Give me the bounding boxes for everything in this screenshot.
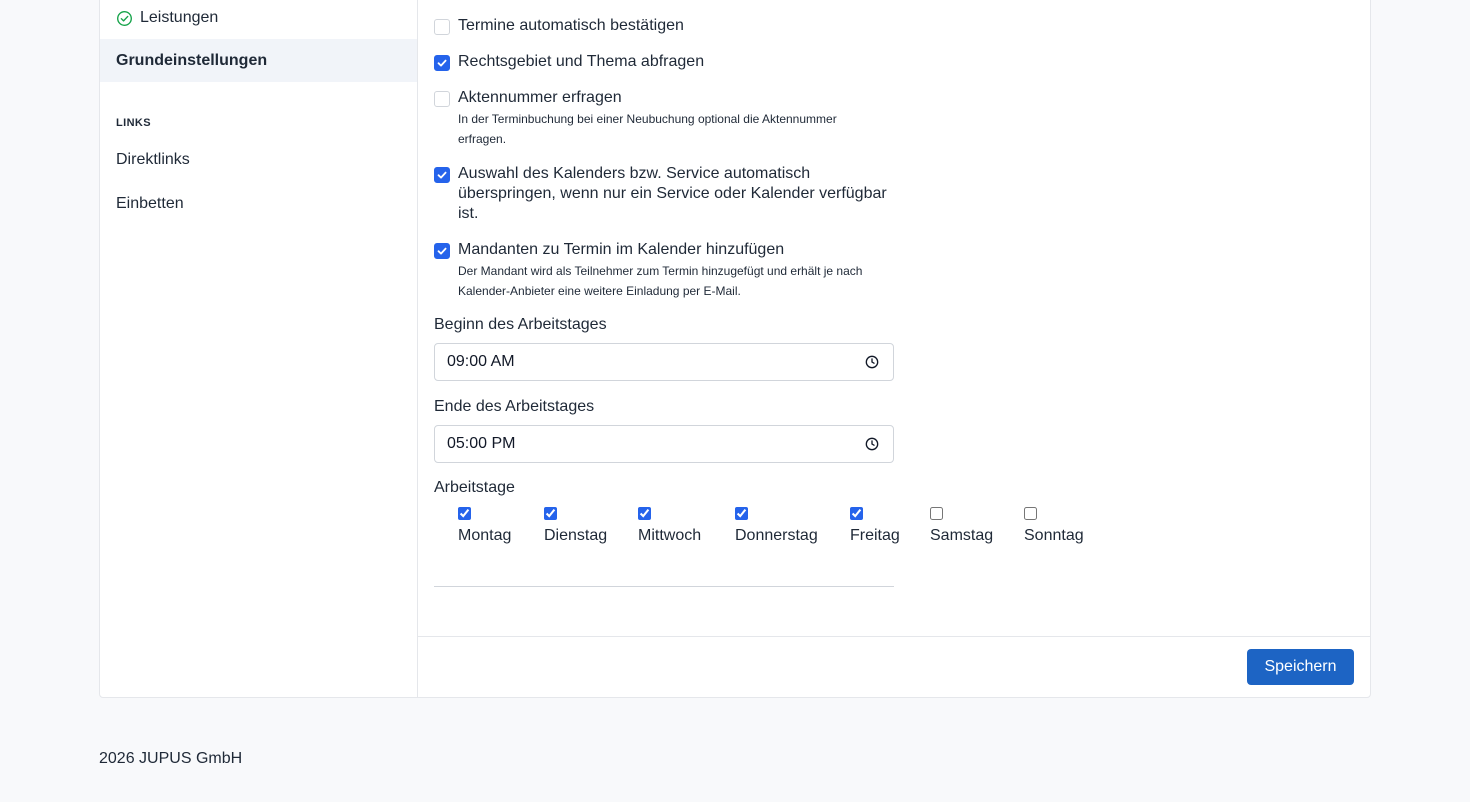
sidebar-item-direktlinks[interactable]: Direktlinks bbox=[100, 145, 417, 175]
sidebar-item-leistungen[interactable]: Leistungen bbox=[100, 1, 417, 35]
workdays-label: Arbeitstage bbox=[434, 479, 515, 496]
settings-main: Termine automatisch bestätigen Rechtsgeb… bbox=[418, 0, 1370, 697]
check-circle-icon bbox=[117, 10, 132, 26]
workday-dienstag[interactable]: Dienstag bbox=[544, 507, 607, 545]
start-time-label: Beginn des Arbeitstages bbox=[434, 316, 607, 333]
workday-checkbox[interactable] bbox=[458, 507, 471, 520]
workday-montag[interactable]: Montag bbox=[458, 507, 511, 545]
start-time-value: 09:00 AM bbox=[447, 353, 515, 370]
workday-checkbox[interactable] bbox=[850, 507, 863, 520]
workday-label: Samstag bbox=[930, 527, 994, 544]
mandanten-checkbox[interactable] bbox=[434, 243, 450, 259]
settings-card: Leistungen Grundeinstellungen LINKS Dire… bbox=[99, 0, 1371, 698]
checkmark-icon bbox=[437, 171, 447, 179]
sidebar-item-label: Direktlinks bbox=[116, 151, 190, 168]
checkmark-icon bbox=[437, 247, 447, 255]
option-mandanten: Mandanten zu Termin im Kalender hinzufüg… bbox=[434, 240, 898, 301]
option-description: In der Terminbuchung bei einer Neubuchun… bbox=[458, 112, 837, 146]
option-label: Termine automatisch bestätigen bbox=[458, 17, 684, 34]
option-rechtsgebiet: Rechtsgebiet und Thema abfragen bbox=[434, 52, 898, 72]
workday-label: Sonntag bbox=[1024, 527, 1084, 544]
rechtsgebiet-checkbox[interactable] bbox=[434, 55, 450, 71]
workday-label: Mittwoch bbox=[638, 527, 702, 544]
workday-label: Dienstag bbox=[544, 527, 608, 544]
end-time-input[interactable]: 05:00 PM bbox=[434, 425, 894, 463]
sidebar-item-grundeinstellungen[interactable]: Grundeinstellungen bbox=[100, 39, 417, 82]
auto-confirm-checkbox[interactable] bbox=[434, 19, 450, 35]
clock-icon[interactable] bbox=[865, 437, 879, 451]
workday-checkbox[interactable] bbox=[544, 507, 557, 520]
end-time-label: Ende des Arbeitstages bbox=[434, 398, 595, 415]
auto-skip-checkbox[interactable] bbox=[434, 167, 450, 183]
end-time-value: 05:00 PM bbox=[447, 435, 516, 452]
sidebar-item-label: Einbetten bbox=[116, 195, 184, 212]
aktennummer-checkbox[interactable] bbox=[434, 91, 450, 107]
workday-freitag[interactable]: Freitag bbox=[850, 507, 900, 545]
sidebar-item-label: Leistungen bbox=[140, 9, 219, 26]
workday-label: Donnerstag bbox=[735, 527, 818, 544]
option-label: Aktennummer erfragen bbox=[458, 89, 622, 106]
option-label: Auswahl des Kalenders bzw. Service autom… bbox=[458, 165, 887, 222]
sidebar-section-links: LINKS bbox=[116, 117, 151, 129]
save-button[interactable]: Speichern bbox=[1247, 649, 1354, 685]
option-label: Mandanten zu Termin im Kalender hinzufüg… bbox=[458, 241, 785, 258]
section-divider bbox=[434, 586, 894, 587]
workday-checkbox[interactable] bbox=[638, 507, 651, 520]
option-auto-skip: Auswahl des Kalenders bzw. Service autom… bbox=[434, 164, 898, 224]
workday-label: Freitag bbox=[850, 527, 900, 544]
workday-sonntag[interactable]: Sonntag bbox=[1024, 507, 1084, 545]
option-label: Rechtsgebiet und Thema abfragen bbox=[458, 53, 705, 70]
option-auto-confirm: Termine automatisch bestätigen bbox=[434, 16, 898, 36]
workday-checkbox[interactable] bbox=[1024, 507, 1037, 520]
footer-copyright: 2026 JUPUS GmbH bbox=[99, 750, 243, 767]
sidebar-item-label: Grundeinstellungen bbox=[116, 51, 268, 69]
workday-samstag[interactable]: Samstag bbox=[930, 507, 993, 545]
sidebar: Leistungen Grundeinstellungen LINKS Dire… bbox=[100, 0, 418, 697]
card-footer-divider bbox=[418, 636, 1370, 637]
workday-label: Montag bbox=[458, 527, 512, 544]
workday-mittwoch[interactable]: Mittwoch bbox=[638, 507, 701, 545]
option-description: Der Mandant wird als Teilnehmer zum Term… bbox=[458, 264, 863, 298]
workday-checkbox[interactable] bbox=[930, 507, 943, 520]
checkmark-icon bbox=[437, 59, 447, 67]
workday-checkbox[interactable] bbox=[735, 507, 748, 520]
workday-donnerstag[interactable]: Donnerstag bbox=[735, 507, 818, 545]
start-time-input[interactable]: 09:00 AM bbox=[434, 343, 894, 381]
clock-icon[interactable] bbox=[865, 355, 879, 369]
sidebar-item-einbetten[interactable]: Einbetten bbox=[100, 189, 417, 219]
option-aktennummer: Aktennummer erfragen In der Terminbuchun… bbox=[434, 88, 898, 149]
